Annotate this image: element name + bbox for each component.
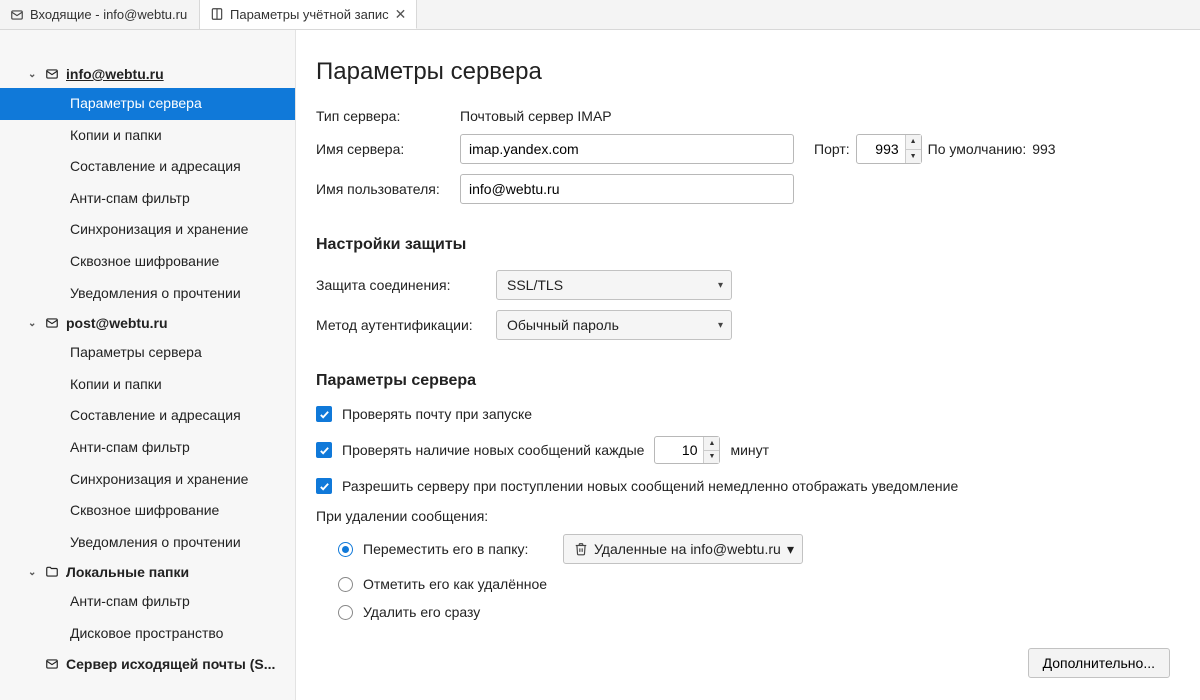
check-icon bbox=[319, 409, 330, 420]
check-interval-checkbox[interactable] bbox=[316, 442, 332, 458]
account-name: Локальные папки bbox=[66, 564, 189, 580]
delete-remove-label: Удалить его сразу bbox=[363, 604, 480, 620]
port-value[interactable] bbox=[857, 137, 905, 161]
sidebar-item-junk[interactable]: Анти-спам фильтр bbox=[0, 432, 295, 464]
select-value: Обычный пароль bbox=[507, 317, 619, 333]
tab-account-settings[interactable]: Параметры учётной запис ✕ bbox=[200, 0, 417, 29]
chevron-down-icon: ▾ bbox=[718, 280, 723, 291]
outgoing-server[interactable]: Сервер исходящей почты (S... bbox=[0, 650, 295, 678]
check-startup-label: Проверять почту при запуске bbox=[342, 406, 532, 422]
spin-down-icon[interactable]: ▼ bbox=[906, 150, 921, 164]
folder-icon bbox=[44, 565, 60, 579]
interval-spinner[interactable]: ▲ ▼ bbox=[703, 437, 719, 463]
chevron-down-icon: ⌄ bbox=[28, 69, 38, 80]
mail-icon bbox=[44, 67, 60, 81]
username-label: Имя пользователя: bbox=[316, 181, 450, 197]
delete-move-label: Переместить его в папку: bbox=[363, 541, 553, 557]
main-area: ⌄ info@webtu.ru Параметры сервера Копии … bbox=[0, 30, 1200, 700]
spin-up-icon[interactable]: ▲ bbox=[906, 135, 921, 150]
on-delete-label: При удалении сообщения: bbox=[316, 508, 1170, 524]
idle-label: Разрешить серверу при поступлении новых … bbox=[342, 478, 958, 494]
check-interval-suffix: минут bbox=[730, 442, 769, 458]
page-title: Параметры сервера bbox=[316, 58, 1170, 86]
security-heading: Настройки защиты bbox=[316, 236, 1170, 254]
chevron-down-icon: ▾ bbox=[718, 320, 723, 331]
port-spinner[interactable]: ▲ ▼ bbox=[905, 135, 921, 163]
sidebar-item-sync[interactable]: Синхронизация и хранение bbox=[0, 464, 295, 496]
sidebar-item-copies-folders[interactable]: Копии и папки bbox=[0, 120, 295, 152]
account-header-post[interactable]: ⌄ post@webtu.ru bbox=[0, 309, 295, 337]
tab-bar: Входящие - info@webtu.ru Параметры учётн… bbox=[0, 0, 1200, 30]
sidebar-item-server-settings[interactable]: Параметры сервера bbox=[0, 337, 295, 369]
close-icon[interactable]: ✕ bbox=[395, 6, 407, 23]
auth-method-label: Метод аутентификации: bbox=[316, 317, 486, 333]
check-interval-input[interactable]: ▲ ▼ bbox=[654, 436, 720, 464]
mail-icon bbox=[44, 316, 60, 330]
sidebar-item-junk[interactable]: Анти-спам фильтр bbox=[0, 183, 295, 215]
port-input[interactable]: ▲ ▼ bbox=[856, 134, 922, 164]
spin-down-icon[interactable]: ▼ bbox=[704, 451, 719, 464]
server-name-label: Имя сервера: bbox=[316, 141, 450, 157]
username-input[interactable] bbox=[460, 174, 794, 204]
sidebar-item-receipts[interactable]: Уведомления о прочтении bbox=[0, 527, 295, 559]
delete-move-radio[interactable] bbox=[338, 542, 353, 557]
check-startup-checkbox[interactable] bbox=[316, 406, 332, 422]
connection-security-select[interactable]: SSL/TLS ▾ bbox=[496, 270, 732, 300]
account-name: info@webtu.ru bbox=[66, 66, 164, 82]
chevron-down-icon: ⌄ bbox=[28, 318, 38, 329]
addressbook-icon bbox=[210, 7, 224, 21]
account-sidebar: ⌄ info@webtu.ru Параметры сервера Копии … bbox=[0, 30, 296, 700]
auth-method-select[interactable]: Обычный пароль ▾ bbox=[496, 310, 732, 340]
port-default-label: По умолчанию: bbox=[928, 141, 1027, 157]
check-interval-prefix: Проверять наличие новых сообщений каждые bbox=[342, 442, 644, 458]
sidebar-item-receipts[interactable]: Уведомления о прочтении bbox=[0, 278, 295, 310]
port-default-value: 993 bbox=[1032, 141, 1055, 157]
delete-remove-radio[interactable] bbox=[338, 605, 353, 620]
chevron-down-icon: ⌄ bbox=[28, 567, 38, 578]
sidebar-item-e2e[interactable]: Сквозное шифрование bbox=[0, 246, 295, 278]
delete-folder-select[interactable]: Удаленные на info@webtu.ru ▾ bbox=[563, 534, 803, 564]
check-icon bbox=[319, 481, 330, 492]
mail-icon bbox=[10, 8, 24, 22]
select-value: SSL/TLS bbox=[507, 277, 563, 293]
settings-content: Параметры сервера Тип сервера: Почтовый … bbox=[296, 30, 1200, 700]
port-label: Порт: bbox=[814, 141, 850, 157]
delete-mark-radio[interactable] bbox=[338, 577, 353, 592]
tab-label: Параметры учётной запис bbox=[230, 7, 389, 22]
tab-inbox[interactable]: Входящие - info@webtu.ru bbox=[0, 0, 200, 29]
sidebar-item-e2e[interactable]: Сквозное шифрование bbox=[0, 495, 295, 527]
delete-mark-label: Отметить его как удалённое bbox=[363, 576, 547, 592]
account-header-local[interactable]: ⌄ Локальные папки bbox=[0, 558, 295, 586]
tab-label: Входящие - info@webtu.ru bbox=[30, 7, 187, 22]
sidebar-item-composition[interactable]: Составление и адресация bbox=[0, 151, 295, 183]
advanced-button[interactable]: Дополнительно... bbox=[1028, 648, 1170, 678]
account-name: post@webtu.ru bbox=[66, 315, 168, 331]
spin-up-icon[interactable]: ▲ bbox=[704, 437, 719, 451]
account-header-info[interactable]: ⌄ info@webtu.ru bbox=[0, 60, 295, 88]
trash-icon bbox=[574, 542, 588, 556]
sidebar-item-sync[interactable]: Синхронизация и хранение bbox=[0, 214, 295, 246]
chevron-down-icon: ▾ bbox=[787, 541, 794, 558]
sidebar-item-junk[interactable]: Анти-спам фильтр bbox=[0, 586, 295, 618]
outgoing-label: Сервер исходящей почты (S... bbox=[66, 656, 275, 672]
sidebar-item-server-settings[interactable]: Параметры сервера bbox=[0, 88, 295, 120]
select-value: Удаленные на info@webtu.ru bbox=[594, 541, 781, 557]
sidebar-item-composition[interactable]: Составление и адресация bbox=[0, 400, 295, 432]
server-name-input[interactable] bbox=[460, 134, 794, 164]
connection-security-label: Защита соединения: bbox=[316, 277, 486, 293]
sidebar-item-disk[interactable]: Дисковое пространство bbox=[0, 618, 295, 650]
sidebar-item-copies-folders[interactable]: Копии и папки bbox=[0, 369, 295, 401]
send-icon bbox=[44, 657, 60, 671]
idle-checkbox[interactable] bbox=[316, 478, 332, 494]
check-interval-value[interactable] bbox=[655, 438, 703, 462]
server-type-value: Почтовый сервер IMAP bbox=[460, 108, 612, 124]
server-params-heading: Параметры сервера bbox=[316, 372, 1170, 390]
check-icon bbox=[319, 445, 330, 456]
server-type-label: Тип сервера: bbox=[316, 108, 450, 124]
